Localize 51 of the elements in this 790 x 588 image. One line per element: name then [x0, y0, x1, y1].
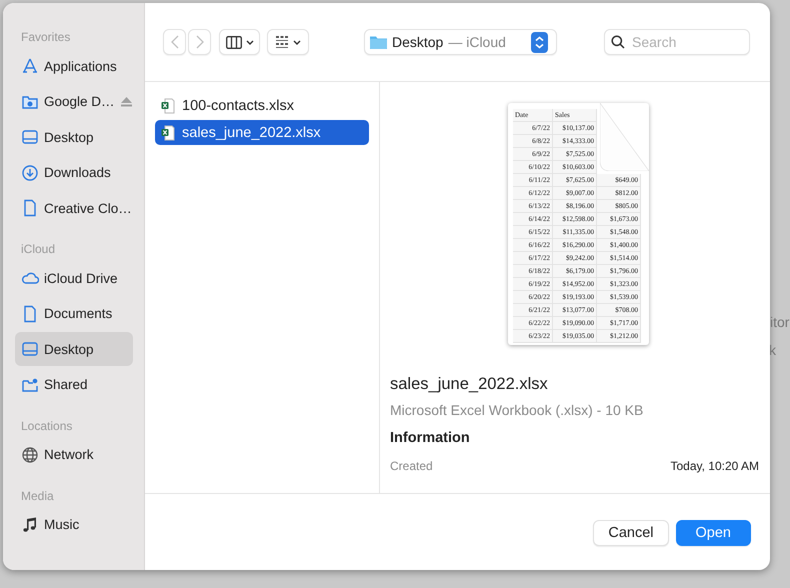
sidebar-item[interactable]: Music	[15, 508, 133, 542]
open-button[interactable]: Open	[676, 520, 751, 546]
chevron-left-icon	[170, 35, 178, 49]
file-name: sales_june_2022.xlsx	[390, 375, 549, 394]
info-label: Created	[390, 459, 433, 473]
grid-icon	[275, 35, 290, 49]
file-row[interactable]: sales_june_2022.xlsx	[155, 120, 369, 145]
stepper-icon	[528, 32, 551, 52]
info-value: Today, 10:20 AM	[670, 459, 759, 473]
chevron-right-icon	[196, 35, 204, 49]
sidebar-item[interactable]: Creative Clo…	[15, 191, 133, 225]
spreadsheet-file-icon	[161, 124, 175, 140]
sidebar-item[interactable]: Network	[15, 438, 133, 472]
app-store-icon	[21, 57, 39, 75]
desktop-icon	[21, 128, 39, 146]
network-icon	[21, 446, 39, 464]
sidebar-item[interactable]: Shared	[15, 368, 133, 402]
search-field[interactable]: Search	[604, 29, 750, 55]
caret-icon	[246, 40, 254, 44]
sidebar-item[interactable]: Desktop	[15, 332, 133, 366]
sidebar-item[interactable]: Google D…	[15, 84, 133, 118]
location-popup[interactable]: Desktop — iCloud	[364, 29, 557, 55]
background-text: itor	[770, 314, 790, 332]
section-heading: Favorites	[21, 29, 72, 46]
file-row[interactable]: 100-contacts.xlsx	[155, 93, 369, 118]
sidebar-item[interactable]: iCloud Drive	[15, 261, 133, 295]
sidebar-item[interactable]: Applications	[15, 49, 133, 83]
caret-icon	[293, 40, 302, 44]
group-button[interactable]	[267, 29, 309, 55]
section-heading: iCloud	[21, 241, 56, 258]
spreadsheet-file-icon	[161, 98, 175, 114]
desktop-icon	[21, 340, 39, 358]
sidebar-item[interactable]: Downloads	[15, 156, 133, 190]
cancel-button[interactable]: Cancel	[593, 520, 669, 546]
columns-icon	[226, 36, 242, 48]
section-heading: Information	[390, 430, 471, 446]
background-text: k	[770, 342, 777, 358]
view-mode-button[interactable]	[219, 29, 260, 55]
back-button[interactable]	[163, 29, 186, 55]
folder-icon	[370, 35, 387, 49]
file-kind: Microsoft Excel Workbook (.xlsx) - 10 KB	[390, 402, 644, 418]
music-note-icon	[21, 516, 39, 534]
eject-icon[interactable]	[120, 96, 132, 106]
section-heading: Media	[21, 488, 55, 504]
shared-folder-icon	[21, 376, 39, 394]
sidebar-item[interactable]: Documents	[15, 296, 133, 330]
section-heading: Locations	[21, 418, 74, 434]
sidebar-item[interactable]: Desktop	[15, 120, 133, 154]
download-icon	[21, 164, 39, 182]
search-icon	[611, 35, 625, 49]
forward-button[interactable]	[188, 29, 211, 55]
